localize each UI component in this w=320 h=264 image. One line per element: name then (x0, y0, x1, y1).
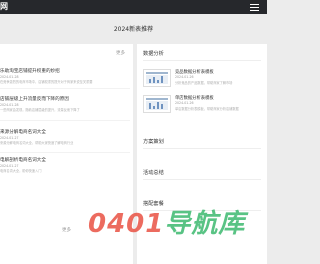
template-thumbnail[interactable] (143, 69, 171, 87)
list-item[interactable]: 乐助淘宝店铺提升权重的妙招 2024-01-28 在竞争激烈的电商市场中，店铺权… (0, 68, 130, 85)
post-excerpt: 在竞争激烈的电商市场中，店铺权重的提升对于商家来说至关重要 (0, 80, 93, 84)
divider (0, 88, 130, 89)
post-title[interactable]: 乐助淘宝店铺提升权重的妙招 (0, 68, 130, 75)
list-item[interactable]: 来源分解电商名词大全 2024-01-27 来源分解电商名词大全，帮助大家快速了… (0, 129, 130, 146)
template-item[interactable]: 竞品数据分析表模板 2024-01-26 分析竞品的产品数据，帮助商家了解市场 (143, 69, 263, 91)
post-excerpt: 来源分解电商名词大全，帮助大家快速了解电商行业 (0, 141, 74, 145)
template-date: 2024-01-26 (175, 75, 194, 79)
list-item[interactable]: 电解剖析电商名词大全 2024-01-27 电商名词大全，助你快速入门 (0, 157, 130, 174)
divider (143, 60, 261, 61)
template-thumbnail[interactable] (143, 95, 171, 113)
page-title: 2024新表推荐 (113, 26, 154, 33)
post-title[interactable]: 店铺层级上升流量反而下降的原因 (0, 96, 130, 103)
divider (0, 152, 130, 153)
template-excerpt: 分析竞品的产品数据，帮助商家了解市场 (175, 81, 233, 85)
post-excerpt: 电商名词大全，助你快速入门 (0, 169, 42, 173)
section-title[interactable]: 数据分析 (143, 50, 164, 57)
template-item[interactable]: 单店数据分析表模板 2024-01-26 单店数据分析表模板，帮助商家分析店铺数… (143, 95, 263, 117)
divider (143, 148, 261, 149)
top-navigation-bar: 网 (0, 0, 267, 14)
divider (143, 179, 261, 180)
post-excerpt: 一些商家会发现，随着店铺层级的提升，流量反而下降了 (0, 108, 80, 112)
watermark-logo: 0401导航库 (88, 209, 246, 239)
post-title[interactable]: 电解剖析电商名词大全 (0, 157, 130, 164)
section-title[interactable]: 方案策划 (143, 138, 164, 145)
menu-icon[interactable] (250, 4, 259, 11)
template-excerpt: 单店数据分析表模板，帮助商家分析店铺数据 (175, 107, 239, 111)
more-link[interactable]: 更多 (116, 50, 125, 56)
template-date: 2024-01-26 (175, 101, 194, 105)
divider (0, 120, 130, 121)
post-title[interactable]: 来源分解电商名词大全 (0, 129, 130, 136)
list-item[interactable]: 店铺层级上升流量反而下降的原因 2024-01-28 一些商家会发现，随着店铺层… (0, 96, 130, 113)
site-logo[interactable]: 网 (0, 0, 8, 14)
section-title[interactable]: 活动总结 (143, 169, 164, 176)
